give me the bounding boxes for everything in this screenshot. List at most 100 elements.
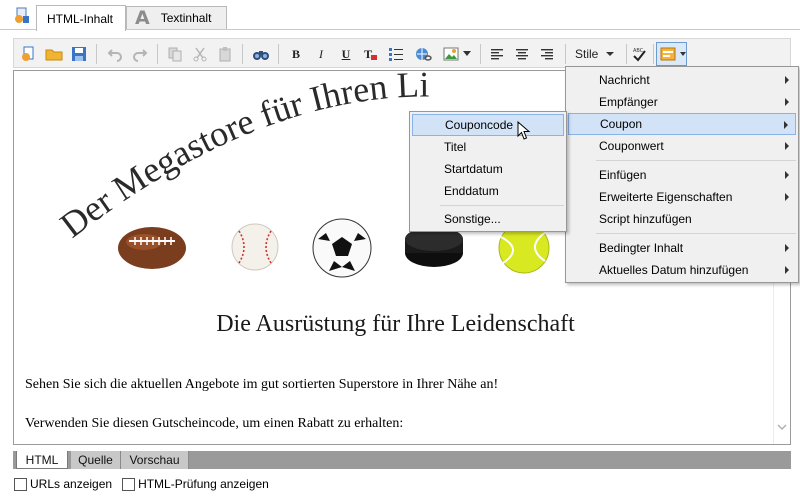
- submenu-item-label: Titel: [444, 140, 467, 154]
- toolbar-separator: [96, 44, 97, 64]
- submenu-item-label: Couponcode: [445, 118, 514, 132]
- show-urls-checkbox[interactable]: [14, 477, 27, 491]
- spellcheck-button[interactable]: ABC: [628, 43, 650, 65]
- toolbar-separator: [278, 44, 279, 64]
- align-left-button[interactable]: [486, 43, 508, 65]
- submenu-separator: [440, 205, 564, 206]
- menu-separator: [596, 160, 796, 161]
- menu-item-nachricht[interactable]: Nachricht: [568, 69, 796, 91]
- html-check-option[interactable]: HTML-Prüfung anzeigen: [122, 477, 269, 491]
- chevron-right-icon: [785, 244, 789, 252]
- menu-item-aktuelles-datum[interactable]: Aktuelles Datum hinzufügen: [568, 259, 796, 281]
- image-icon: [443, 47, 459, 61]
- chevron-right-icon: [785, 142, 789, 150]
- editor-options: URLs anzeigen HTML-Prüfung anzeigen: [14, 476, 279, 492]
- insert-image-button[interactable]: [440, 43, 462, 65]
- menu-item-couponwert[interactable]: Couponwert: [568, 135, 796, 157]
- styles-dropdown[interactable]: Stile: [571, 43, 623, 65]
- styles-dropdown-label: Stile: [575, 47, 599, 61]
- menu-item-empfaenger[interactable]: Empfänger: [568, 91, 796, 113]
- submenu-item-label: Enddatum: [444, 184, 499, 198]
- underline-button[interactable]: U: [335, 43, 357, 65]
- show-urls-label: URLs anzeigen: [30, 477, 113, 491]
- cut-button[interactable]: [189, 43, 211, 65]
- html-check-label: HTML-Prüfung anzeigen: [138, 477, 269, 491]
- menu-item-script-hinzufuegen[interactable]: Script hinzufügen: [568, 208, 796, 230]
- tab-vorschau[interactable]: Vorschau: [121, 451, 189, 469]
- copy-icon: [168, 47, 182, 62]
- submenu-item-enddatum[interactable]: Enddatum: [412, 180, 564, 202]
- menu-item-label: Erweiterte Eigenschaften: [599, 190, 733, 204]
- menu-item-label: Bedingter Inhalt: [599, 241, 684, 255]
- chevron-right-icon: [785, 76, 789, 84]
- chevron-right-icon: [785, 98, 789, 106]
- html-check-checkbox[interactable]: [122, 477, 136, 491]
- scissors-icon: [193, 47, 207, 62]
- editor-mode-tabs: HTML Quelle Vorschau: [13, 451, 791, 469]
- scroll-down-icon[interactable]: [777, 422, 787, 432]
- toolbar-separator: [157, 44, 158, 64]
- menu-item-einfuegen[interactable]: Einfügen: [568, 164, 796, 186]
- undo-button[interactable]: [104, 43, 126, 65]
- tab-html-inhalt[interactable]: HTML-Inhalt: [36, 5, 126, 31]
- toolbar-separator: [626, 44, 627, 64]
- chevron-down-icon: [606, 52, 615, 56]
- clipboard-icon: [219, 47, 231, 62]
- editor-paragraph-coupon: Verwenden Sie diesen Gutscheincode, um e…: [25, 416, 404, 431]
- new-document-icon: [22, 46, 34, 61]
- chevron-right-icon: [785, 171, 789, 179]
- menu-item-label: Script hinzufügen: [599, 212, 692, 226]
- coupon-submenu: Couponcode Titel Startdatum Enddatum Son…: [409, 111, 567, 232]
- menu-item-bedingter-inhalt[interactable]: Bedingter Inhalt: [568, 237, 796, 259]
- list-button[interactable]: [385, 43, 407, 65]
- underline-icon: U: [341, 46, 351, 61]
- submenu-item-label: Startdatum: [444, 162, 503, 176]
- tab-textinhalt-label: Textinhalt: [160, 11, 212, 25]
- submenu-item-couponcode[interactable]: Couponcode: [412, 114, 564, 136]
- tab-html[interactable]: HTML: [16, 451, 68, 469]
- submenu-item-startdatum[interactable]: Startdatum: [412, 158, 564, 180]
- new-document-button[interactable]: [18, 43, 40, 65]
- globe-link-icon: [416, 48, 432, 61]
- soccer-ball-icon: [312, 218, 372, 278]
- personalization-field-icon: [660, 47, 676, 61]
- editor-toolbar: B I U T Stile ABC: [13, 38, 791, 68]
- menu-item-label: Aktuelles Datum hinzufügen: [599, 263, 749, 277]
- submenu-item-sonstige[interactable]: Sonstige...: [412, 208, 564, 230]
- menu-item-coupon[interactable]: Coupon: [568, 113, 796, 135]
- content-tabs-bar: HTML-Inhalt A Textinhalt: [0, 0, 800, 31]
- undo-icon: [107, 49, 122, 62]
- align-right-button[interactable]: [536, 43, 558, 65]
- editor-headline: Die Ausrüstung für Ihre Leidenschaft: [216, 311, 575, 337]
- show-urls-option[interactable]: URLs anzeigen: [14, 477, 112, 491]
- insert-personalization-button[interactable]: [656, 42, 687, 66]
- italic-icon: I: [319, 46, 323, 61]
- floppy-disk-icon: [72, 47, 86, 61]
- insert-image-dropdown[interactable]: [461, 43, 473, 65]
- redo-button[interactable]: [129, 43, 151, 65]
- editor-paragraph-offers: Sehen Sie sich die aktuellen Angebote im…: [25, 377, 499, 392]
- open-button[interactable]: [43, 43, 65, 65]
- tab-quelle[interactable]: Quelle: [71, 451, 121, 469]
- save-button[interactable]: [68, 43, 90, 65]
- submenu-item-titel[interactable]: Titel: [412, 136, 564, 158]
- tab-html-inhalt-label: HTML-Inhalt: [47, 11, 114, 26]
- html-document-icon: [15, 7, 29, 23]
- chevron-right-icon: [785, 193, 789, 201]
- find-button[interactable]: [250, 43, 272, 65]
- tab-textinhalt[interactable]: A Textinhalt: [126, 6, 227, 29]
- letter-a-icon: A: [135, 6, 150, 29]
- football-icon: [118, 227, 186, 269]
- copy-button[interactable]: [164, 43, 186, 65]
- chevron-down-icon: [680, 52, 686, 56]
- bulleted-list-icon: [389, 48, 403, 61]
- insert-link-button[interactable]: [412, 43, 434, 65]
- bold-button[interactable]: B: [285, 43, 307, 65]
- bold-icon: B: [291, 46, 300, 61]
- italic-button[interactable]: I: [310, 43, 332, 65]
- menu-item-erweiterte-eigenschaften[interactable]: Erweiterte Eigenschaften: [568, 186, 796, 208]
- font-color-button[interactable]: T: [360, 43, 382, 65]
- chevron-right-icon: [785, 266, 789, 274]
- paste-button[interactable]: [214, 43, 236, 65]
- align-center-button[interactable]: [511, 43, 533, 65]
